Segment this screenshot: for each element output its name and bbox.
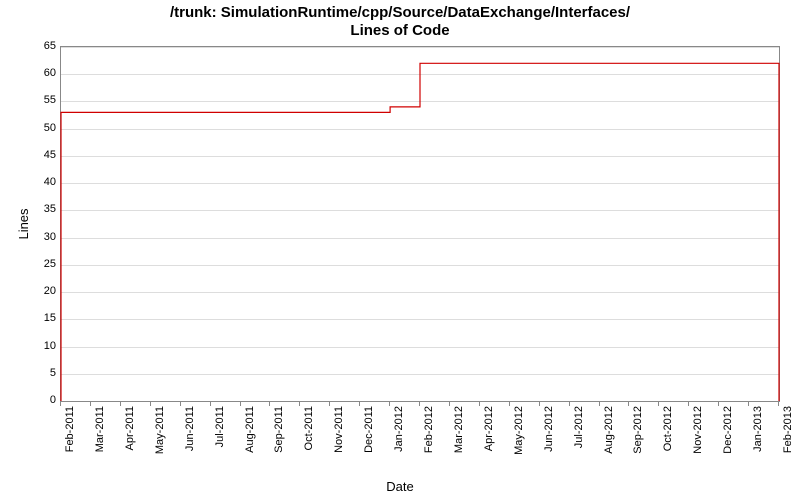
x-tick-mark (449, 402, 450, 406)
series-path (61, 63, 779, 401)
x-tick-label: Apr-2011 (124, 406, 136, 450)
loc-chart: /trunk: SimulationRuntime/cpp/Source/Dat… (0, 0, 800, 500)
x-tick-mark (509, 402, 510, 406)
data-line (61, 47, 779, 401)
x-tick-mark (658, 402, 659, 406)
x-tick-label: Feb-2011 (64, 406, 76, 452)
x-tick-label: Feb-2012 (423, 406, 435, 453)
y-tick-label: 5 (6, 367, 56, 379)
y-tick-label: 0 (6, 394, 56, 406)
y-tick-label: 50 (6, 122, 56, 134)
x-tick-label: Apr-2012 (483, 406, 495, 451)
x-tick-mark (419, 402, 420, 406)
chart-title: /trunk: SimulationRuntime/cpp/Source/Dat… (0, 4, 800, 40)
x-tick-label: Dec-2012 (722, 406, 734, 454)
y-tick-label: 55 (6, 94, 56, 106)
x-tick-label: Jan-2013 (752, 406, 764, 452)
y-tick-label: 15 (6, 312, 56, 324)
y-tick-label: 30 (6, 231, 56, 243)
y-tick-label: 20 (6, 285, 56, 297)
x-tick-label: May-2012 (513, 406, 525, 455)
x-tick-label: May-2011 (154, 406, 166, 454)
x-tick-mark (240, 402, 241, 406)
x-tick-mark (569, 402, 570, 406)
y-tick-label: 65 (6, 40, 56, 52)
plot-area (60, 46, 780, 402)
x-tick-label: Aug-2011 (244, 406, 256, 453)
x-tick-label: Mar-2012 (453, 406, 465, 453)
x-tick-label: Oct-2011 (303, 406, 315, 450)
x-tick-mark (90, 402, 91, 406)
x-tick-mark (748, 402, 749, 406)
x-tick-mark (210, 402, 211, 406)
y-tick-label: 45 (6, 149, 56, 161)
x-tick-label: Jun-2012 (543, 406, 555, 452)
x-tick-label: Oct-2012 (662, 406, 674, 451)
x-tick-label: Nov-2011 (333, 406, 345, 453)
x-tick-label: Jun-2011 (184, 406, 196, 451)
x-tick-mark (599, 402, 600, 406)
x-tick-mark (120, 402, 121, 406)
chart-title-line1: /trunk: SimulationRuntime/cpp/Source/Dat… (170, 4, 630, 39)
x-tick-mark (180, 402, 181, 406)
x-tick-label: Aug-2012 (603, 406, 615, 454)
x-tick-mark (688, 402, 689, 406)
x-tick-label: Jul-2012 (573, 406, 585, 448)
x-tick-label: Mar-2011 (94, 406, 106, 452)
y-tick-label: 40 (6, 176, 56, 188)
x-tick-mark (60, 402, 61, 406)
x-tick-mark (299, 402, 300, 406)
x-tick-label: Feb-2013 (782, 406, 794, 453)
x-tick-label: Dec-2011 (363, 406, 375, 453)
x-tick-label: Sep-2012 (632, 406, 644, 454)
x-tick-mark (389, 402, 390, 406)
y-tick-label: 10 (6, 340, 56, 352)
x-tick-label: Jan-2012 (393, 406, 405, 452)
x-tick-label: Nov-2012 (692, 406, 704, 454)
x-tick-label: Jul-2011 (214, 406, 226, 447)
y-tick-label: 25 (6, 258, 56, 270)
y-tick-label: 60 (6, 67, 56, 79)
x-tick-mark (479, 402, 480, 406)
x-tick-mark (718, 402, 719, 406)
x-tick-mark (359, 402, 360, 406)
y-tick-label: 35 (6, 203, 56, 215)
x-tick-mark (778, 402, 779, 406)
x-tick-mark (150, 402, 151, 406)
x-tick-mark (269, 402, 270, 406)
x-tick-mark (539, 402, 540, 406)
x-tick-mark (628, 402, 629, 406)
x-axis-label: Date (0, 479, 800, 494)
x-tick-mark (329, 402, 330, 406)
x-tick-label: Sep-2011 (273, 406, 285, 453)
